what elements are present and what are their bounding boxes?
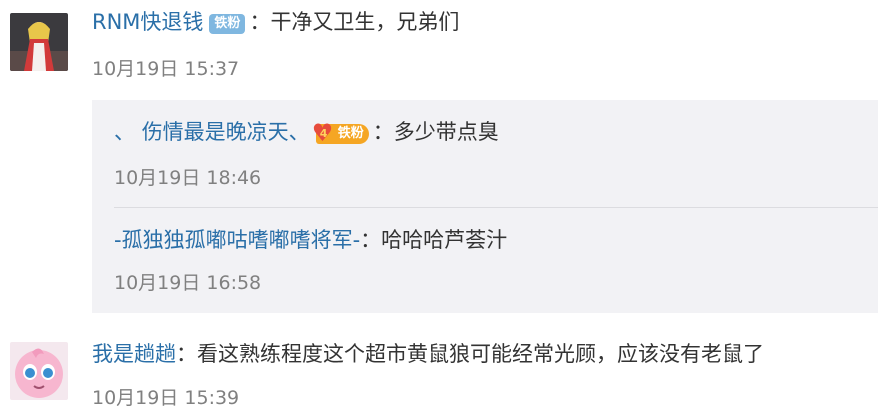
reply-username[interactable]: -孤独独孤嘟咕嗜嘟嗜将军- bbox=[114, 228, 360, 252]
separator: ： bbox=[360, 228, 382, 252]
comment-time: 10月19日 15:39 bbox=[92, 387, 240, 406]
reply-divider bbox=[114, 207, 878, 208]
separator: ： bbox=[176, 342, 197, 366]
comment-username[interactable]: 我是趟趟 bbox=[92, 342, 176, 366]
badge-label: 铁粉 bbox=[337, 126, 364, 141]
reply-header: 、 伤情最是晚凉天、 ♥ 4 铁粉 ：多少带点臭 bbox=[114, 118, 499, 146]
comment-header: 我是趟趟：看这熟练程度这个超市黄鼠狼可能经常光顾，应该没有老鼠了 bbox=[92, 340, 764, 368]
separator: ： bbox=[249, 10, 271, 34]
comment-username[interactable]: RNM快退钱 bbox=[92, 10, 203, 34]
comment-time: 10月19日 15:37 bbox=[92, 58, 240, 80]
reply-username[interactable]: 伤情最是晚凉天、 bbox=[142, 120, 310, 144]
reply-header: -孤独独孤嘟咕嗜嘟嗜将军-：哈哈哈芦荟汁 bbox=[114, 226, 507, 254]
reply-text: 哈哈哈芦荟汁 bbox=[381, 228, 508, 252]
reply-time: 10月19日 16:58 bbox=[114, 272, 262, 294]
reply-text: 多少带点臭 bbox=[393, 120, 499, 144]
jigglypuff-avatar-icon bbox=[10, 342, 68, 400]
comment-thread: RNM快退钱 铁粉 ：干净又卫生，兄弟们 10月19日 15:37 、 伤情最是晚凉… bbox=[0, 0, 878, 406]
comment-text: 干净又卫生，兄弟们 bbox=[270, 10, 460, 34]
fan-badge[interactable]: 铁粉 bbox=[209, 14, 246, 34]
anime-character-avatar-icon bbox=[10, 13, 68, 71]
reply-time: 10月19日 18:46 bbox=[114, 167, 262, 189]
badge-level: 4 bbox=[319, 127, 328, 140]
comment-text: 看这熟练程度这个超市黄鼠狼可能经常光顾，应该没有老鼠了 bbox=[197, 342, 764, 366]
reply-prefix: 、 bbox=[114, 120, 135, 144]
comment-header: RNM快退钱 铁粉 ：干净又卫生，兄弟们 bbox=[92, 8, 459, 36]
avatar[interactable] bbox=[10, 342, 68, 400]
fan-badge[interactable]: ♥ 4 铁粉 bbox=[312, 120, 369, 146]
separator: ： bbox=[372, 120, 394, 144]
avatar[interactable] bbox=[10, 13, 68, 71]
